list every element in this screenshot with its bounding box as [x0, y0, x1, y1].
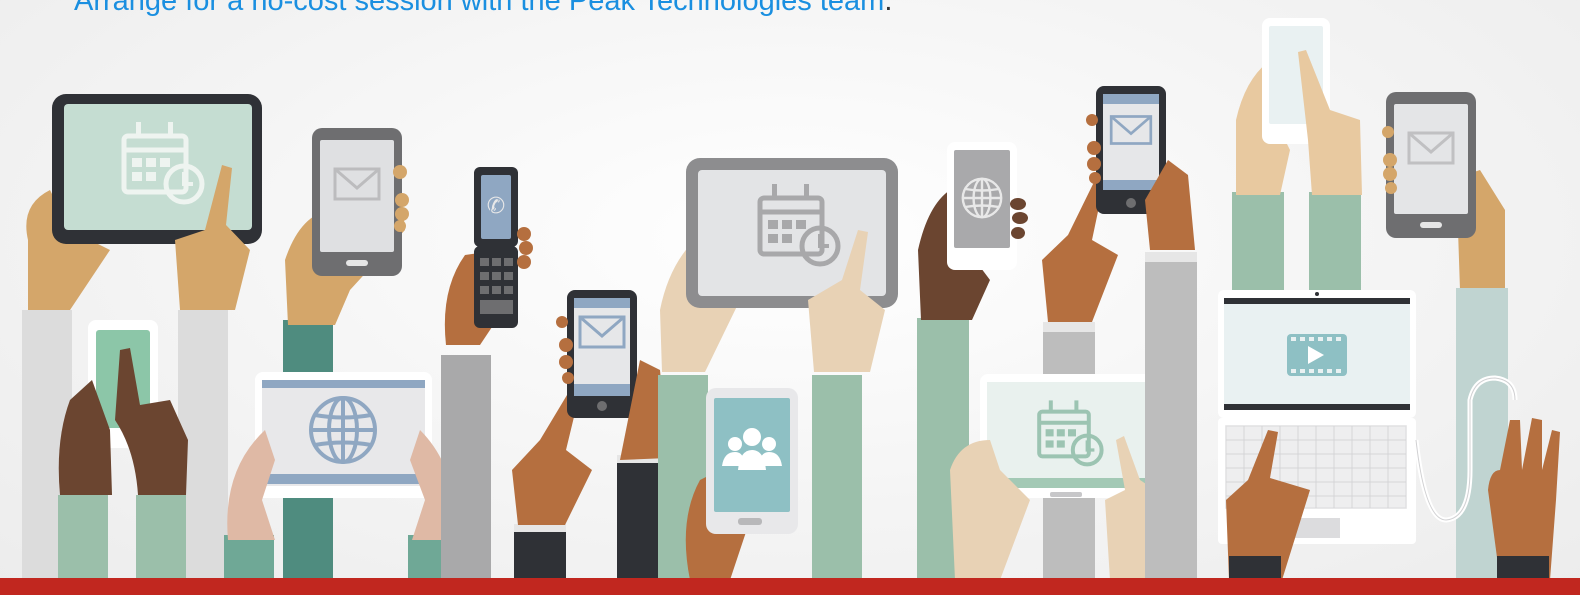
laptop-video-group: [1218, 290, 1560, 580]
hero-banner: Arrange for a no-cost session with the P…: [0, 0, 1580, 595]
hand-phone-small-group: [58, 320, 188, 580]
footer-accent-bar: [0, 578, 1580, 595]
video-play-icon: [1287, 334, 1347, 376]
hand-phone-envelope-dark-group: [512, 290, 669, 580]
hand-phone-envelope-grey-group: [283, 128, 409, 580]
globe-icon: [309, 396, 377, 464]
globe-icon: [961, 177, 1003, 219]
phone-call-icon: ✆: [487, 194, 505, 219]
hands-tablet-globe-group: [224, 372, 458, 580]
hands-with-devices-illustration: ✆: [22, 18, 1560, 580]
hands-phone-top-white-group: [1232, 18, 1362, 292]
